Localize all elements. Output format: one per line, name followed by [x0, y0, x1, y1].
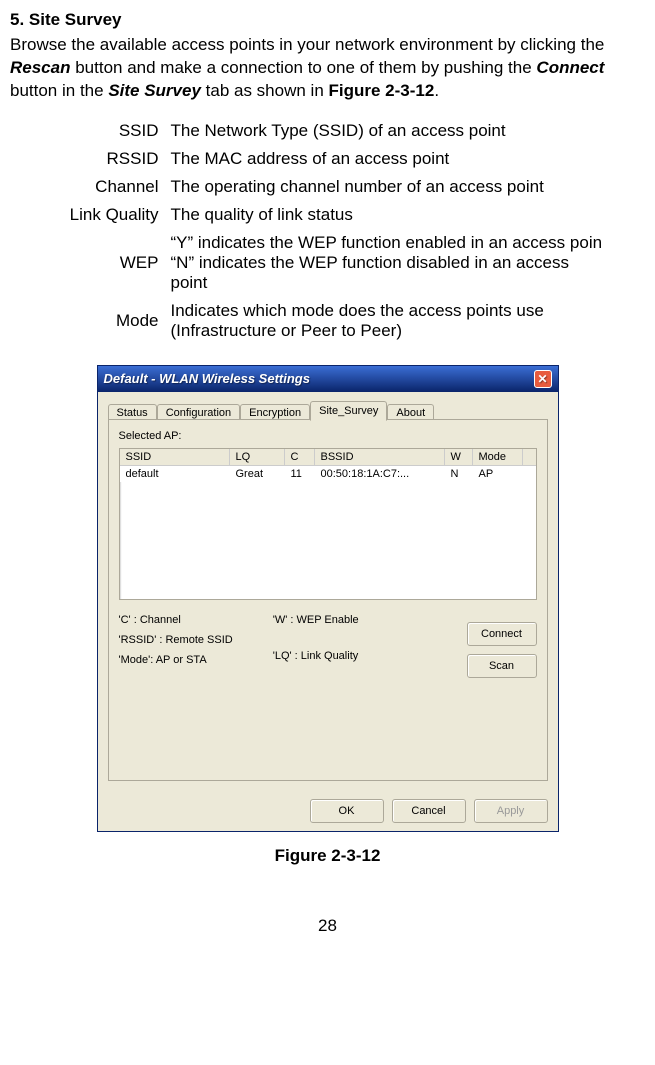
col-bssid[interactable]: BSSID: [315, 449, 445, 465]
col-mode[interactable]: Mode: [473, 449, 523, 465]
dialog-buttons: OK Cancel Apply: [98, 791, 558, 831]
figure-caption: Figure 2-3-12: [10, 846, 645, 866]
legend-item: 'RSSID' : Remote SSID: [119, 634, 233, 646]
table-row: Link QualityThe quality of link status: [43, 201, 613, 229]
cell-lq: Great: [230, 466, 285, 482]
col-ssid[interactable]: SSID: [120, 449, 230, 465]
tab-site-survey[interactable]: Site_Survey: [310, 401, 387, 421]
apply-button[interactable]: Apply: [474, 799, 548, 823]
section-heading: 5. Site Survey: [10, 10, 645, 30]
window-title: Default - WLAN Wireless Settings: [104, 371, 310, 386]
table-row: ChannelThe operating channel number of a…: [43, 173, 613, 201]
intro-text: tab as shown in: [201, 81, 329, 100]
scan-button[interactable]: Scan: [467, 654, 537, 678]
page-number: 28: [10, 916, 645, 936]
col-lq[interactable]: LQ: [230, 449, 285, 465]
intro-text: Browse the available access points in yo…: [10, 35, 604, 54]
table-row: RSSIDThe MAC address of an access point: [43, 145, 613, 173]
listview-row[interactable]: default Great 11 00:50:18:1A:C7:... N AP: [120, 466, 536, 482]
intro-sitesurvey: Site Survey: [108, 81, 201, 100]
cell-bssid: 00:50:18:1A:C7:...: [315, 466, 445, 482]
def-desc: “Y” indicates the WEP function enabled i…: [165, 229, 613, 297]
def-term: Mode: [43, 297, 165, 345]
cell-mode: AP: [473, 466, 523, 482]
table-row: WEP“Y” indicates the WEP function enable…: [43, 229, 613, 297]
intro-text: button in the: [10, 81, 108, 100]
selected-ap-label: Selected AP:: [119, 430, 537, 442]
def-term: Channel: [43, 173, 165, 201]
def-term: Link Quality: [43, 201, 165, 229]
cancel-button[interactable]: Cancel: [392, 799, 466, 823]
def-term: SSID: [43, 117, 165, 145]
ok-button[interactable]: OK: [310, 799, 384, 823]
definitions-table: SSIDThe Network Type (SSID) of an access…: [43, 117, 613, 345]
def-desc: The MAC address of an access point: [165, 145, 613, 173]
def-term: WEP: [43, 229, 165, 297]
close-icon[interactable]: ✕: [534, 370, 552, 388]
intro-text: button and make a connection to one of t…: [70, 58, 536, 77]
legend-item: 'W' : WEP Enable: [273, 614, 359, 626]
legend-item: 'LQ' : Link Quality: [273, 650, 359, 662]
intro-figref: Figure 2-3-12: [329, 81, 435, 100]
col-c[interactable]: C: [285, 449, 315, 465]
ap-listview[interactable]: SSID LQ C BSSID W Mode default Great 11 …: [119, 448, 537, 600]
legend-item: 'C' : Channel: [119, 614, 233, 626]
tab-panel: Selected AP: SSID LQ C BSSID W Mode defa…: [108, 419, 548, 781]
cell-ssid: default: [120, 466, 230, 482]
legend-item: 'Mode': AP or STA: [119, 654, 233, 666]
def-desc: The quality of link status: [165, 201, 613, 229]
intro-rescan: Rescan: [10, 58, 70, 77]
cell-w: N: [445, 466, 473, 482]
intro-text: .: [434, 81, 439, 100]
tab-bar: Status Configuration Encryption Site_Sur…: [108, 400, 548, 420]
def-desc: The operating channel number of an acces…: [165, 173, 613, 201]
intro-paragraph: Browse the available access points in yo…: [10, 34, 645, 103]
listview-header[interactable]: SSID LQ C BSSID W Mode: [120, 449, 536, 466]
def-term: RSSID: [43, 145, 165, 173]
settings-window: Default - WLAN Wireless Settings ✕ Statu…: [97, 365, 559, 832]
cell-c: 11: [285, 466, 315, 482]
table-row: ModeIndicates which mode does the access…: [43, 297, 613, 345]
titlebar[interactable]: Default - WLAN Wireless Settings ✕: [98, 366, 558, 392]
col-w[interactable]: W: [445, 449, 473, 465]
table-row: SSIDThe Network Type (SSID) of an access…: [43, 117, 613, 145]
def-desc: The Network Type (SSID) of an access poi…: [165, 117, 613, 145]
intro-connect: Connect: [536, 58, 604, 77]
connect-button[interactable]: Connect: [467, 622, 537, 646]
def-desc: Indicates which mode does the access poi…: [165, 297, 613, 345]
